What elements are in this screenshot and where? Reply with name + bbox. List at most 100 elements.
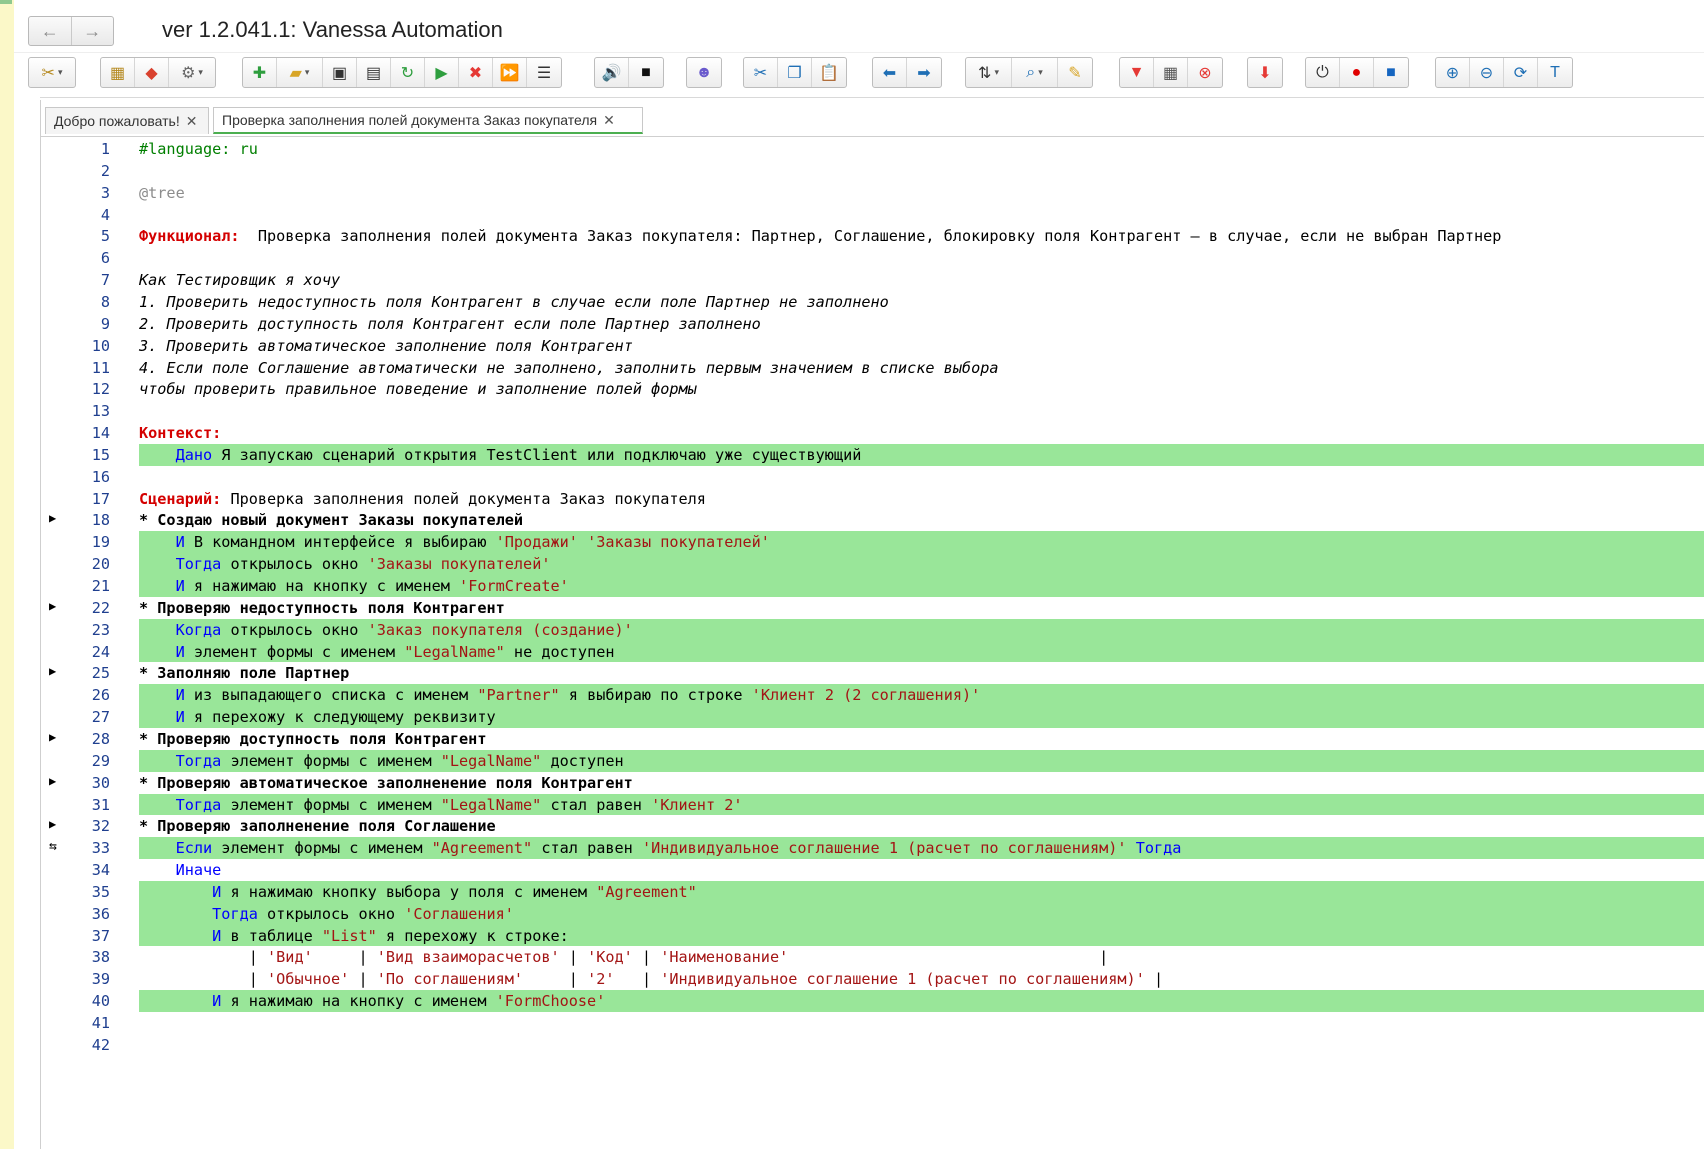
camera-button[interactable]: ■ — [629, 58, 663, 87]
code-line[interactable]: 8 1. Проверить недоступность поля Контраг… — [41, 291, 1704, 313]
code-line[interactable]: 9 2. Проверить доступность поля Контраген… — [41, 313, 1704, 335]
code-line[interactable]: 37 И в таблице "List" я перехожу к строк… — [41, 924, 1704, 947]
code-line[interactable]: ⇆ 33 Если элемент формы с именем "Agreeme… — [41, 837, 1704, 860]
code-line[interactable]: ▶ 18 * Создаю новый документ Заказы покупа… — [41, 509, 1704, 531]
code-line[interactable]: 36 Тогда открылось окно 'Соглашения' — [41, 902, 1704, 925]
code-line[interactable]: 31 Тогда элемент формы с именем "LegalNa… — [41, 793, 1704, 816]
fold-arrow-icon[interactable]: ▶ — [49, 511, 56, 525]
close-icon[interactable]: ✕ — [186, 113, 198, 130]
tab-welcome[interactable]: Добро пожаловать! ✕ — [45, 107, 209, 134]
tools-button[interactable]: ✂ — [29, 58, 75, 87]
power-icon: ⏻ — [1316, 63, 1329, 81]
fold-arrow-icon[interactable]: ▶ — [49, 664, 56, 678]
code-line[interactable]: 29 Тогда элемент формы с именем "LegalNa… — [41, 749, 1704, 772]
code-line[interactable]: 26 И из выпадающего списка с именем "Par… — [41, 684, 1704, 707]
code-line[interactable]: 5 Функционал: Проверка заполнения полей д… — [41, 225, 1704, 247]
line-text: Функционал: Проверка заполнения полей до… — [139, 227, 1501, 245]
code-line[interactable]: 16 — [41, 466, 1704, 488]
stop-square-button[interactable]: ■ — [1374, 58, 1408, 87]
fold-arrow-icon[interactable]: ▶ — [49, 730, 56, 744]
code-line[interactable]: 3 @tree — [41, 182, 1704, 204]
code-line[interactable]: 23 Когда открылось окно 'Заказ покупател… — [41, 618, 1704, 641]
refresh-button[interactable]: ↻ — [391, 58, 425, 87]
fold-arrow-icon[interactable]: ▶ — [49, 774, 56, 788]
zoom-out-button[interactable]: ⊖ — [1470, 58, 1504, 87]
code-line[interactable]: 42 — [41, 1034, 1704, 1056]
code-line[interactable]: 10 3. Проверить автоматическое заполнение… — [41, 335, 1704, 357]
line-gutter: 9 — [41, 313, 111, 335]
forward-button[interactable]: → — [72, 17, 114, 45]
code-line[interactable]: 17 Сценарий: Проверка заполнения полей до… — [41, 488, 1704, 510]
code-line[interactable]: 34 Иначе — [41, 859, 1704, 881]
fold-arrow-icon[interactable]: ▶ — [49, 599, 56, 613]
git-button[interactable]: ◆ — [135, 58, 169, 87]
steps-button[interactable]: ☰ — [527, 58, 561, 87]
cancel-button[interactable]: ⊗ — [1188, 58, 1222, 87]
code-line[interactable]: 35 И я нажимаю кнопку выбора у поля с им… — [41, 880, 1704, 903]
play-button[interactable]: ▶ — [425, 58, 459, 87]
code-token: 'Соглашения' — [404, 904, 514, 923]
text-button[interactable]: T — [1538, 58, 1572, 87]
add-button[interactable]: ✚ — [243, 58, 277, 87]
zoom-in-button[interactable]: ⊕ — [1436, 58, 1470, 87]
arrow-left-button[interactable]: ⬅ — [873, 58, 907, 87]
line-text: Тогда открылось окно 'Соглашения' — [139, 905, 514, 923]
code-line[interactable]: 39 | 'Обычное' | 'По соглашениям' | '2' … — [41, 968, 1704, 990]
line-number: 10 — [91, 336, 110, 355]
download-button[interactable]: ⬇ — [1248, 58, 1282, 87]
code-line[interactable]: 14 Контекст: — [41, 422, 1704, 444]
tab-feature-file[interactable]: Проверка заполнения полей документа Зака… — [213, 107, 643, 134]
cut-button[interactable]: ✂ — [744, 58, 778, 87]
code-line[interactable]: 2 — [41, 160, 1704, 182]
code-line[interactable]: 4 — [41, 204, 1704, 226]
code-token: | — [349, 970, 377, 989]
power-button[interactable]: ⏻ — [1306, 58, 1340, 87]
sort-button[interactable]: ⇅ — [966, 58, 1012, 87]
code-line[interactable]: ▶ 28 * Проверяю доступность поля Контраген… — [41, 728, 1704, 750]
close-icon[interactable]: ✕ — [603, 112, 615, 129]
save-button[interactable]: ▣ — [323, 58, 357, 87]
open-folder-button[interactable]: ▰ — [277, 58, 323, 87]
paste-button[interactable]: 📋 — [812, 58, 846, 87]
save-as-button[interactable]: ▤ — [357, 58, 391, 87]
code-line[interactable]: 41 — [41, 1012, 1704, 1034]
code-line[interactable]: 7 Как Тестировщик я хочу — [41, 269, 1704, 291]
code-line[interactable]: ▶ 25 * Заполняю поле Партнер — [41, 662, 1704, 684]
code-line[interactable]: 27 И я перехожу к следующему реквизиту — [41, 706, 1704, 728]
table-button[interactable]: ▦ — [1154, 58, 1188, 87]
tree-button[interactable]: ▦ — [101, 58, 135, 87]
code-line[interactable]: 13 — [41, 400, 1704, 422]
copy-button[interactable]: ❐ — [778, 58, 812, 87]
back-button[interactable]: ← — [29, 17, 72, 45]
code-line[interactable]: 20 Тогда открылось окно 'Заказы покупате… — [41, 553, 1704, 575]
fold-arrow-icon[interactable]: ▶ — [49, 817, 56, 831]
code-token: я нажимаю на кнопку с именем — [184, 577, 460, 595]
code-line[interactable]: 6 — [41, 247, 1704, 269]
code-line[interactable]: ▶ 22 * Проверяю недоступность поля Контраг… — [41, 597, 1704, 619]
code-line[interactable]: 21 И я нажимаю на кнопку с именем 'FormC… — [41, 575, 1704, 597]
code-line[interactable]: 12 чтобы проверить правильное поведение и… — [41, 378, 1704, 400]
sync-button[interactable]: ⟳ — [1504, 58, 1538, 87]
code-token: "Partner" — [477, 686, 560, 705]
record-button[interactable]: ● — [1340, 58, 1374, 87]
collapse-button[interactable]: ▼ — [1120, 58, 1154, 87]
code-line[interactable]: 1 #language: ru — [41, 138, 1704, 160]
code-line[interactable]: 11 4. Если поле Соглашение автоматически … — [41, 357, 1704, 379]
speaker-button[interactable]: 🔊 — [595, 58, 629, 87]
code-editor[interactable]: 1 #language: ru 2 3 @tree 4 5 Функционал: Прове… — [41, 136, 1704, 1150]
code-line[interactable]: 38 | 'Вид' | 'Вид взаиморасчетов' | 'Код… — [41, 946, 1704, 968]
arrow-right-button[interactable]: ➡ — [907, 58, 941, 87]
code-line[interactable]: ▶ 30 * Проверяю автоматическое заполненени… — [41, 772, 1704, 794]
fast-forward-button[interactable]: ⏩ — [493, 58, 527, 87]
user-button[interactable]: ☻ — [687, 58, 721, 87]
stop-button[interactable]: ✖ — [459, 58, 493, 87]
code-line[interactable]: ▶ 32 * Проверяю заполненение поля Соглашен… — [41, 815, 1704, 837]
code-line[interactable]: 24 И элемент формы с именем "LegalName" … — [41, 640, 1704, 663]
search-button[interactable]: ⌕ — [1012, 58, 1058, 87]
code-line[interactable]: 19 И В командном интерфейсе я выбираю 'П… — [41, 531, 1704, 554]
code-line[interactable]: 15 Дано Я запускаю сценарий открытия Tes… — [41, 443, 1704, 466]
gear-button[interactable]: ⚙ — [169, 58, 215, 87]
broom-button[interactable]: ✎ — [1058, 58, 1092, 87]
code-line[interactable]: 40 И я нажимаю на кнопку с именем 'FormC… — [41, 990, 1704, 1012]
